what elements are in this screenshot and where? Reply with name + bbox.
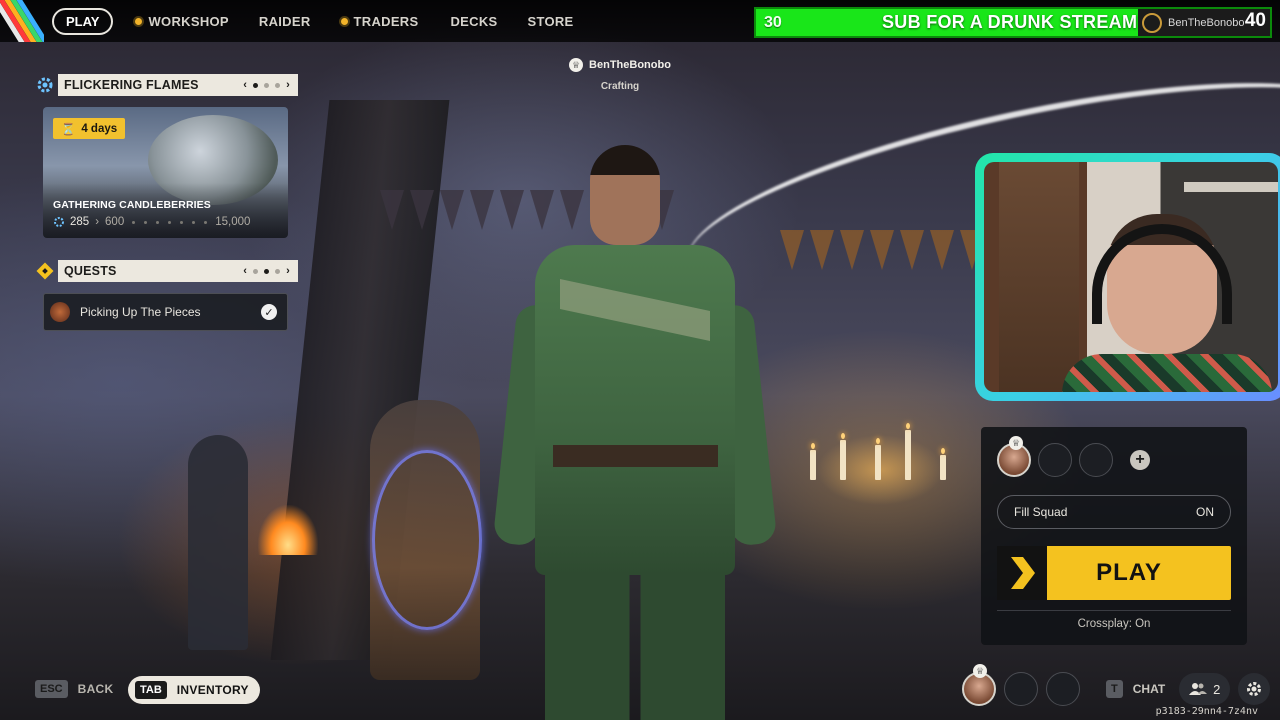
sub-goal-info: BenTheBonobo 40 bbox=[1138, 9, 1270, 36]
candle-cluster bbox=[780, 400, 980, 510]
quests-panel-title: QUESTS bbox=[64, 264, 117, 278]
chat-label: CHAT bbox=[1132, 682, 1166, 696]
streamer-ring-icon bbox=[1142, 12, 1162, 33]
sub-goal-text: SUB FOR A DRUNK STREAM! bbox=[882, 12, 1144, 32]
quest-diamond-icon bbox=[32, 260, 58, 282]
friends-icon bbox=[1189, 683, 1208, 695]
nav-workshop[interactable]: WORKSHOP bbox=[135, 14, 229, 29]
notification-dot-icon bbox=[135, 18, 143, 25]
streamer-name: BenTheBonobo bbox=[1168, 16, 1245, 29]
quests-panel-header: QUESTS ‹ › bbox=[32, 260, 298, 282]
quests-pager: ‹ › bbox=[243, 265, 290, 277]
nav-raider[interactable]: RAIDER bbox=[259, 14, 311, 29]
back-label: BACK bbox=[77, 682, 114, 696]
streamer-webcam-overlay bbox=[975, 153, 1280, 401]
play-button[interactable]: PLAY bbox=[997, 546, 1231, 600]
gear-badge-icon bbox=[54, 217, 64, 227]
checkmark-icon: ✓ bbox=[261, 304, 277, 320]
prev-arrow-icon[interactable]: ‹ bbox=[243, 79, 247, 91]
nav-raider-label: RAIDER bbox=[258, 14, 311, 29]
build-id: p3183-29nn4-7z4nv bbox=[1155, 706, 1258, 717]
friends-button[interactable]: 2 bbox=[1179, 673, 1231, 705]
sub-count: 30 bbox=[764, 13, 782, 31]
fill-squad-value: ON bbox=[1196, 505, 1214, 519]
party-slot-empty[interactable] bbox=[1004, 672, 1038, 706]
brand-stripes-logo bbox=[0, 0, 44, 42]
main-nav: PLAY WORKSHOP RAIDER TRADERS DECKS STORE bbox=[52, 8, 574, 35]
crown-icon: ♕ bbox=[1009, 436, 1023, 450]
notification-dot-icon bbox=[340, 18, 348, 25]
progress-milestone: 600 bbox=[105, 216, 125, 228]
player-name: BenTheBonobo bbox=[589, 59, 671, 71]
crossplay-status: Crossplay: On bbox=[1077, 618, 1151, 630]
next-arrow-icon[interactable]: › bbox=[286, 265, 290, 277]
streamer-video bbox=[1062, 204, 1272, 392]
party-slot-self[interactable]: ♕ bbox=[962, 664, 996, 706]
squad-slots: ♕ + bbox=[997, 436, 1150, 477]
event-timer: 4 days bbox=[81, 122, 118, 135]
stream-sub-goal-banner: 30 SUB FOR A DRUNK STREAM! BenTheBonobo … bbox=[754, 7, 1272, 38]
event-title: GATHERING CANDLEBERRIES bbox=[53, 199, 211, 211]
add-player-icon[interactable]: + bbox=[1130, 450, 1150, 470]
sub-goal-target: 40 bbox=[1244, 10, 1266, 31]
nav-play-button[interactable]: PLAY bbox=[52, 8, 114, 35]
progress-dots bbox=[132, 220, 208, 224]
event-timer-badge: ⏳ 4 days bbox=[53, 118, 126, 139]
inventory-button[interactable]: TAB INVENTORY bbox=[128, 676, 260, 704]
event-pager: ‹ › bbox=[243, 79, 290, 91]
party-slot-empty[interactable] bbox=[1046, 672, 1080, 706]
fire-barrel bbox=[258, 505, 318, 555]
bottom-right-controls: ♕ T CHAT 2 bbox=[962, 664, 1271, 706]
nav-workshop-label: WORKSHOP bbox=[148, 14, 229, 29]
next-arrow-icon[interactable]: › bbox=[286, 79, 290, 91]
squad-slot-self[interactable]: ♕ bbox=[997, 436, 1031, 477]
inventory-label: INVENTORY bbox=[176, 683, 249, 697]
nav-traders[interactable]: TRADERS bbox=[340, 14, 419, 29]
friends-count: 2 bbox=[1213, 681, 1221, 697]
hourglass-icon: ⏳ bbox=[61, 123, 76, 136]
quest-giver-avatar bbox=[50, 302, 70, 322]
gear-icon[interactable] bbox=[1238, 673, 1271, 705]
crown-icon: ♕ bbox=[569, 58, 584, 72]
nav-decks-label: DECKS bbox=[450, 14, 498, 29]
event-panel-title: FLICKERING FLAMES bbox=[64, 78, 199, 92]
squad-slot-empty[interactable] bbox=[1038, 443, 1072, 477]
chevron-right-icon: › bbox=[95, 216, 100, 228]
progress-goal: 15,000 bbox=[215, 216, 251, 228]
fill-squad-toggle[interactable]: Fill Squad ON bbox=[997, 495, 1231, 529]
progress-current: 285 bbox=[70, 216, 90, 228]
prev-arrow-icon[interactable]: ‹ bbox=[243, 265, 247, 277]
chat-key: T bbox=[1106, 680, 1123, 698]
player-character bbox=[492, 135, 778, 720]
crown-icon: ♕ bbox=[973, 664, 987, 678]
play-button-label: PLAY bbox=[1096, 559, 1162, 586]
fill-squad-label: Fill Squad bbox=[1014, 505, 1068, 519]
player-nameplate: ♕ BenTheBonobo Crafting bbox=[560, 58, 680, 92]
back-action[interactable]: ESC BACK bbox=[35, 680, 114, 698]
squad-slot-empty[interactable] bbox=[1079, 443, 1113, 477]
gear-badge-icon bbox=[32, 74, 58, 96]
npc-silhouette bbox=[188, 435, 248, 650]
chat-button[interactable]: T CHAT bbox=[1106, 680, 1165, 698]
esc-key: ESC bbox=[35, 680, 68, 698]
quest-name: Picking Up The Pieces bbox=[80, 305, 201, 319]
event-panel-header: FLICKERING FLAMES ‹ › bbox=[32, 74, 298, 96]
nav-store[interactable]: STORE bbox=[527, 14, 573, 29]
tab-key: TAB bbox=[135, 681, 167, 699]
event-progress: 285 › 600 15,000 bbox=[53, 216, 281, 228]
event-card[interactable]: ⏳ 4 days GATHERING CANDLEBERRIES 285 › 6… bbox=[43, 107, 288, 238]
play-chevron-icon bbox=[997, 546, 1047, 600]
nav-store-label: STORE bbox=[527, 14, 574, 29]
nav-traders-label: TRADERS bbox=[353, 14, 419, 29]
player-status: Crafting bbox=[600, 81, 640, 92]
squad-panel: ♕ + Fill Squad ON PLAY Crossplay: On bbox=[981, 427, 1247, 645]
nav-decks[interactable]: DECKS bbox=[450, 14, 497, 29]
quest-item[interactable]: Picking Up The Pieces ✓ bbox=[43, 293, 288, 331]
glowing-rope bbox=[372, 450, 482, 630]
